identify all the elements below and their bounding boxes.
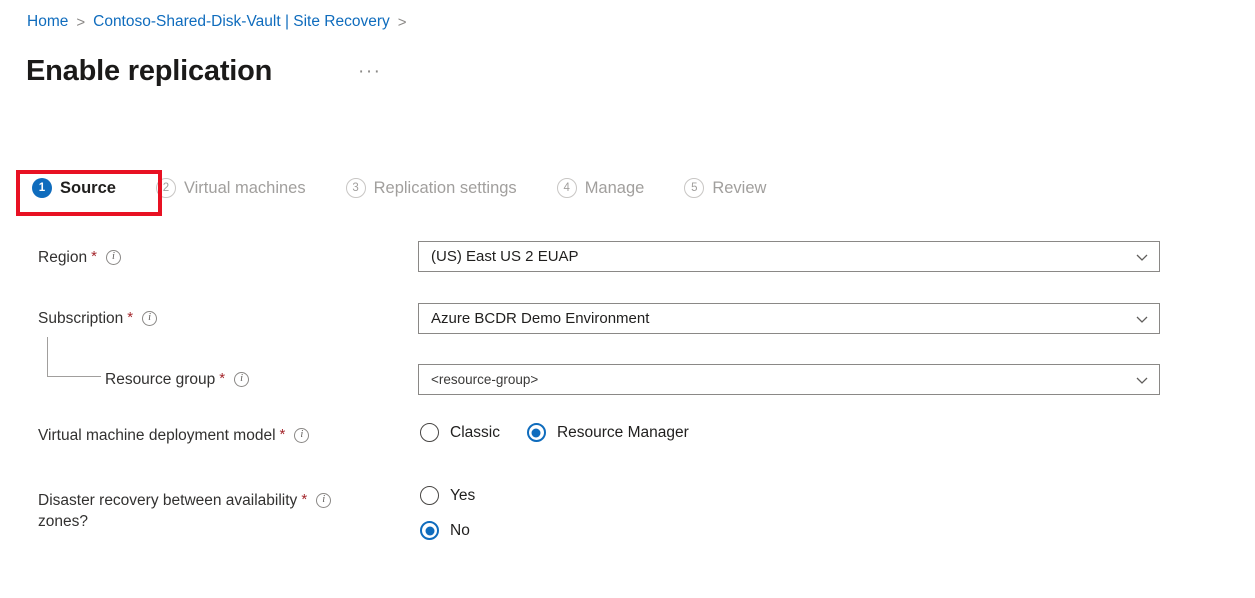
required-marker: *	[279, 426, 286, 443]
breadcrumb-item-vault[interactable]: Contoso-Shared-Disk-Vault | Site Recover…	[93, 13, 390, 31]
radio-option-resource-manager[interactable]: Resource Manager	[526, 423, 689, 442]
region-dropdown[interactable]: (US) East US 2 EUAP	[418, 241, 1160, 272]
tab-replication-settings[interactable]: 3 Replication settings	[345, 178, 517, 198]
resource-group-dropdown[interactable]: <resource-group>	[418, 364, 1160, 395]
tab-label: Virtual machines	[183, 178, 306, 197]
tab-source[interactable]: 1 Source	[32, 178, 116, 198]
deployment-model-label: Virtual machine deployment model * i	[38, 425, 310, 446]
radio-mark	[420, 521, 439, 540]
availability-zones-radio-group: Yes No	[420, 486, 475, 540]
info-icon[interactable]: i	[105, 250, 121, 265]
step-number-badge: 5	[684, 178, 705, 198]
radio-label: Yes	[450, 486, 476, 504]
info-icon[interactable]: i	[294, 428, 310, 443]
required-marker: *	[219, 370, 226, 387]
tab-manage[interactable]: 4 Manage	[556, 178, 645, 198]
step-number-badge: 3	[345, 178, 366, 198]
radio-option-classic[interactable]: Classic	[420, 423, 500, 442]
chevron-down-icon	[1129, 312, 1155, 326]
breadcrumb: Home > Contoso-Shared-Disk-Vault | Site …	[27, 13, 415, 31]
radio-mark	[420, 486, 439, 505]
tab-label: Source	[60, 178, 116, 197]
subscription-dropdown[interactable]: Azure BCDR Demo Environment	[418, 303, 1160, 334]
page-title: Enable replication	[26, 55, 273, 87]
region-value: (US) East US 2 EUAP	[431, 248, 579, 265]
more-options-icon[interactable]: ···	[358, 62, 381, 81]
subscription-label: Subscription * i	[38, 308, 158, 329]
info-icon[interactable]: i	[142, 311, 158, 326]
required-marker: *	[127, 309, 134, 326]
radio-label: Resource Manager	[556, 423, 689, 441]
step-number-badge: 4	[556, 178, 577, 198]
required-marker: *	[301, 491, 308, 508]
availability-zones-label: Disaster recovery between availability z…	[38, 490, 378, 532]
tab-review[interactable]: 5 Review	[684, 178, 766, 198]
radio-mark	[420, 423, 439, 442]
step-number-badge: 2	[155, 178, 176, 198]
deployment-model-radio-group: Classic Resource Manager	[420, 423, 716, 442]
tab-label: Manage	[584, 178, 645, 197]
region-label: Region * i	[38, 247, 121, 268]
radio-mark	[526, 423, 546, 442]
resource-group-label: Resource group * i	[105, 369, 250, 390]
tab-label: Replication settings	[373, 178, 517, 197]
breadcrumb-separator-icon: >	[76, 13, 86, 31]
resource-group-value: <resource-group>	[431, 372, 539, 387]
radio-option-yes[interactable]: Yes	[420, 486, 475, 505]
radio-label: No	[450, 521, 470, 539]
chevron-down-icon	[1129, 373, 1155, 387]
required-marker: *	[91, 248, 97, 265]
tab-label: Review	[712, 178, 767, 197]
step-number-badge: 1	[32, 178, 52, 198]
tab-virtual-machines[interactable]: 2 Virtual machines	[155, 178, 306, 198]
info-icon[interactable]: i	[234, 372, 250, 387]
breadcrumb-item-home[interactable]: Home	[27, 13, 68, 31]
wizard-steps: 1 Source 2 Virtual machines 3 Replicatio…	[32, 178, 766, 198]
radio-label: Classic	[450, 423, 500, 441]
radio-option-no[interactable]: No	[420, 521, 470, 540]
subscription-value: Azure BCDR Demo Environment	[431, 310, 650, 327]
breadcrumb-separator-icon: >	[397, 13, 407, 31]
info-icon[interactable]: i	[316, 493, 332, 508]
tree-connector-line	[47, 337, 101, 377]
chevron-down-icon	[1129, 250, 1155, 264]
